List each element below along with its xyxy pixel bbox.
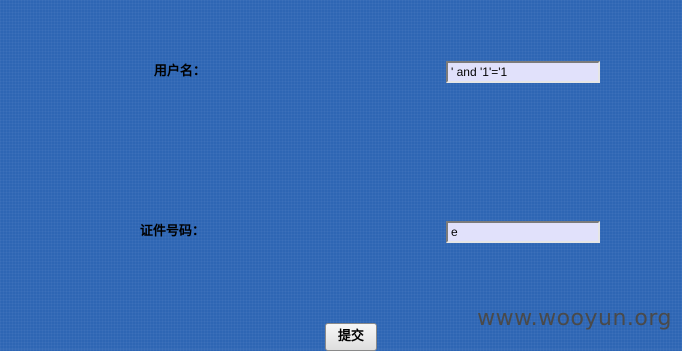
id-number-label: 证件号码： [140,224,206,239]
id-number-input[interactable] [446,221,600,243]
username-label: 用户名： [154,64,207,79]
login-form: 用户名： 证件号码： 提交 [0,0,682,351]
username-input[interactable] [446,61,600,83]
watermark: www.wooyun.org [477,306,672,331]
submit-button[interactable]: 提交 [325,323,377,351]
